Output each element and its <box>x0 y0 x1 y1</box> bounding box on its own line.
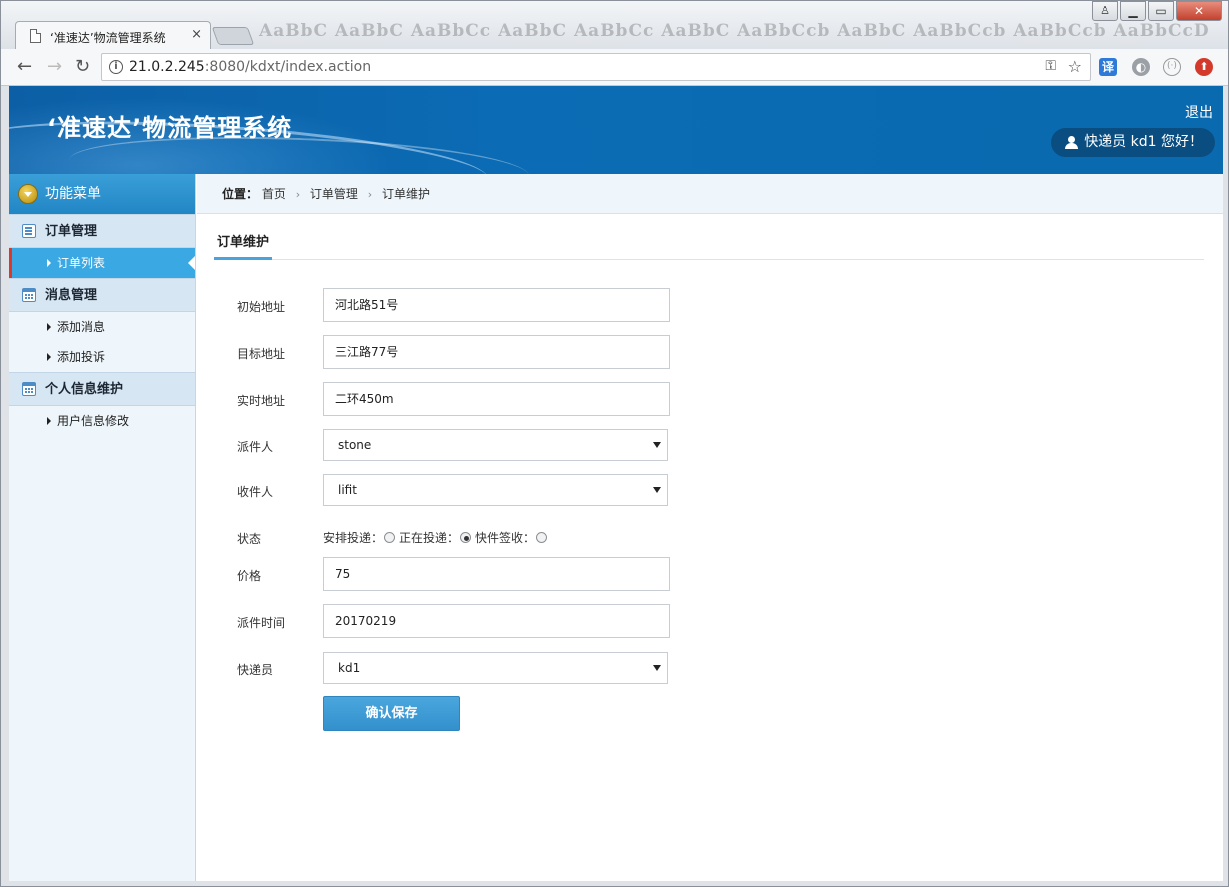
key-icon[interactable]: ⚿ <box>1045 58 1056 74</box>
new-tab-button[interactable] <box>211 27 255 45</box>
status-radio-scheduled[interactable] <box>384 532 396 543</box>
main-content: 位置： 首页 › 订单管理 › 订单维护 订单维护 初始地址 河北路51号 目标… <box>197 174 1223 881</box>
url-host: 21.0.2.245 <box>129 59 205 75</box>
courier-selected-value: kd1 <box>338 661 361 675</box>
page-icon <box>30 29 41 43</box>
dispatch-time-label: 派件时间 <box>237 616 286 630</box>
save-button[interactable]: 确认保存 <box>323 696 460 731</box>
receiver-label: 收件人 <box>237 485 274 499</box>
target-address-label: 目标地址 <box>237 347 286 361</box>
tab-close-icon[interactable]: × <box>191 27 202 43</box>
price-input[interactable]: 75 <box>323 557 670 591</box>
start-address-input[interactable]: 河北路51号 <box>323 288 670 322</box>
sidebar: 功能菜单 订单管理 订单列表 消息管理 添加消息 添加投诉 个人信息维护 用户信… <box>9 174 196 881</box>
site-info-icon[interactable]: i <box>109 60 123 74</box>
breadcrumb-order-management[interactable]: 订单管理 <box>310 187 358 201</box>
user-greeting: 快递员 kd1 您好！ <box>1084 134 1203 150</box>
close-window-button[interactable]: ✕ <box>1176 1 1222 21</box>
dropdown-caret-icon <box>653 487 661 493</box>
breadcrumb-label: 位置： <box>222 187 259 201</box>
status-radio-group: 安排投递： 正在投递： 快件签收： <box>323 529 551 546</box>
breadcrumb-separator-icon: › <box>295 188 301 201</box>
forward-icon[interactable]: → <box>47 56 62 78</box>
translate-extension-icon[interactable]: 译 <box>1099 58 1117 76</box>
sidebar-item-add-message[interactable]: 添加消息 <box>9 312 195 342</box>
courier-select[interactable]: kd1 <box>323 652 668 684</box>
url-text[interactable]: 21.0.2.245:8080/kdxt/index.action <box>129 59 371 75</box>
address-bar[interactable]: i 21.0.2.245:8080/kdxt/index.action ⚿ ☆ <box>101 53 1091 81</box>
upload-extension-icon[interactable]: ⬆ <box>1195 58 1213 76</box>
dropdown-caret-icon <box>653 665 661 671</box>
dropdown-caret-icon <box>653 442 661 448</box>
calendar-icon <box>22 288 36 302</box>
user-badge: 快递员 kd1 您好！ <box>1051 128 1215 157</box>
target-address-input[interactable]: 三江路77号 <box>323 335 670 369</box>
current-address-input[interactable]: 二环450m <box>323 382 670 416</box>
status-radio-delivering[interactable] <box>460 532 472 543</box>
maximize-button[interactable]: ▭ <box>1148 1 1174 21</box>
function-menu-header[interactable]: 功能菜单 <box>9 174 195 214</box>
status-radio-signed[interactable] <box>536 532 548 543</box>
sidebar-group-label: 订单管理 <box>45 224 98 239</box>
current-address-label: 实时地址 <box>237 394 286 408</box>
tab-title: ‘准速达’物流管理系统 <box>50 31 166 45</box>
reload-icon[interactable]: ↻ <box>75 56 90 78</box>
back-icon[interactable]: ← <box>17 56 32 78</box>
sender-select[interactable]: stone <box>323 429 668 461</box>
sidebar-group-profile[interactable]: 个人信息维护 <box>9 372 195 406</box>
loop-extension-icon[interactable]: (·) <box>1163 58 1181 76</box>
browser-toolbar: ← → ↻ i 21.0.2.245:8080/kdxt/index.actio… <box>1 49 1228 86</box>
calendar-icon <box>22 382 36 396</box>
status-option-label: 快件签收： <box>475 531 536 545</box>
sidebar-group-messages[interactable]: 消息管理 <box>9 278 195 312</box>
globe-extension-icon[interactable]: ◐ <box>1132 58 1150 76</box>
page-viewport: ‘准速达’物流管理系统 退出 快递员 kd1 您好！ 功能菜单 订单管理 订单列… <box>9 86 1223 881</box>
sidebar-group-label: 个人信息维护 <box>45 382 124 397</box>
menu-toggle-icon[interactable] <box>18 184 38 204</box>
logout-link[interactable]: 退出 <box>1185 102 1213 122</box>
sidebar-item-add-complaint[interactable]: 添加投诉 <box>9 342 195 372</box>
breadcrumb-separator-icon: › <box>367 188 373 201</box>
sender-label: 派件人 <box>237 440 274 454</box>
sender-selected-value: stone <box>338 438 372 452</box>
user-icon <box>1065 136 1079 149</box>
receiver-selected-value: lifit <box>338 483 357 497</box>
status-option-scheduled[interactable]: 安排投递： <box>323 529 396 546</box>
status-option-delivering[interactable]: 正在投递： <box>399 529 472 546</box>
app-header: ‘准速达’物流管理系统 退出 快递员 kd1 您好！ <box>9 86 1223 174</box>
status-option-signed[interactable]: 快件签收： <box>475 529 548 546</box>
window-controls: ♙ ▁ ▭ ✕ <box>1092 1 1222 21</box>
breadcrumb-home[interactable]: 首页 <box>262 187 286 201</box>
sidebar-item-edit-user-info[interactable]: 用户信息修改 <box>9 406 195 436</box>
receiver-select[interactable]: lifit <box>323 474 668 506</box>
price-label: 价格 <box>237 569 262 583</box>
status-label: 状态 <box>237 532 262 546</box>
breadcrumb: 位置： 首页 › 订单管理 › 订单维护 <box>197 174 1223 214</box>
section-tab-bar: 订单维护 <box>214 232 1204 260</box>
minimize-button[interactable]: ▁ <box>1120 1 1146 21</box>
bookmark-star-icon[interactable]: ☆ <box>1068 57 1082 76</box>
tab-strip: ‘准速达’物流管理系统 × AaBbC AaBbC AaBbCc AaBbC A… <box>1 1 1228 49</box>
dispatch-time-input[interactable]: 20170219 <box>323 604 670 638</box>
list-icon <box>22 224 36 238</box>
sidebar-group-label: 消息管理 <box>45 288 98 303</box>
status-option-label: 安排投递： <box>323 531 384 545</box>
courier-label: 快递员 <box>237 663 274 677</box>
background-ribbon-text: AaBbC AaBbC AaBbCc AaBbC AaBbCc AaBbC Aa… <box>259 21 1210 41</box>
sidebar-item-order-list[interactable]: 订单列表 <box>9 248 195 278</box>
profile-button[interactable]: ♙ <box>1092 1 1118 21</box>
sidebar-group-orders[interactable]: 订单管理 <box>9 214 195 248</box>
browser-tab[interactable]: ‘准速达’物流管理系统 × <box>15 21 211 49</box>
status-option-label: 正在投递： <box>399 531 460 545</box>
breadcrumb-current: 订单维护 <box>382 187 431 201</box>
url-path: :8080/kdxt/index.action <box>204 59 372 75</box>
system-title: ‘准速达’物流管理系统 <box>47 114 293 142</box>
browser-window: ‘准速达’物流管理系统 × AaBbC AaBbC AaBbCc AaBbC A… <box>0 0 1229 887</box>
tab-order-maintenance[interactable]: 订单维护 <box>214 232 273 260</box>
function-menu-title: 功能菜单 <box>45 186 101 202</box>
start-address-label: 初始地址 <box>237 300 286 314</box>
